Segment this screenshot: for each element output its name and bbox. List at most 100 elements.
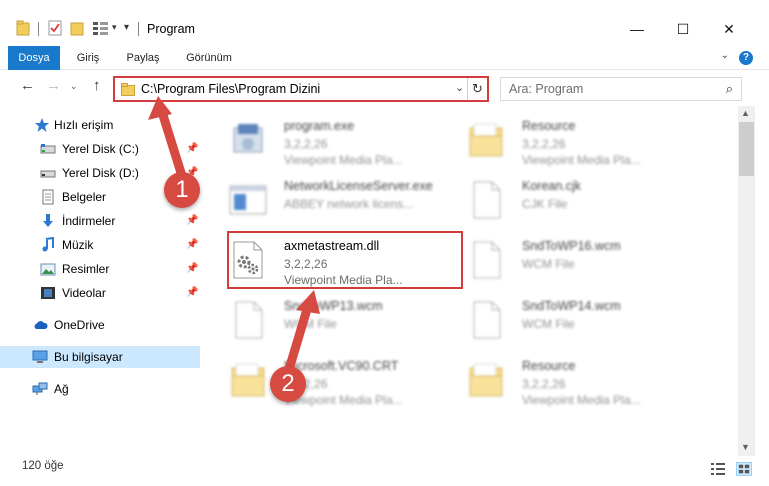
sidebar-item-videos[interactable]: Videolar 📌	[0, 282, 200, 304]
network-icon	[32, 382, 48, 395]
vertical-scrollbar[interactable]: ▲ ▼	[738, 106, 755, 456]
sidebar-item-downloads[interactable]: İndirmeler 📌	[0, 210, 200, 232]
file-icon	[235, 301, 263, 339]
file-explorer-window: ▾ ▾ Program — ☐ ✕ Dosya Giriş Paylaş Gör…	[0, 0, 769, 486]
sidebar-item-this-pc[interactable]: Bu bilgisayar	[0, 346, 200, 368]
forward-arrow-icon[interactable]: →	[46, 77, 61, 94]
navigation-pane: Hızlı erişim Yerel Disk (C:) 📌 Yerel Dis…	[0, 106, 210, 456]
pin-icon[interactable]: 📌	[186, 143, 198, 154]
file-type: WCM File	[284, 317, 337, 331]
status-bar: 120 öğe	[0, 458, 769, 486]
minimize-button[interactable]: —	[614, 14, 660, 44]
folder-item-resource-2[interactable]: Resource 3,2,2,26 Viewpoint Media Pla...	[448, 352, 688, 408]
sidebar-item-label: İndirmeler	[62, 214, 116, 228]
video-icon	[41, 287, 55, 299]
file-icon	[473, 181, 501, 219]
ribbon: Dosya Giriş Paylaş Görünüm ⌄ ?	[0, 46, 769, 70]
details-view-icon[interactable]	[710, 462, 726, 476]
file-name: SndToWP14.wcm	[522, 299, 621, 313]
file-item-korean-cjk[interactable]: Korean.cjk CJK File	[448, 172, 688, 228]
sidebar-item-label: Belgeler	[62, 190, 107, 204]
quick-access-toolbar-dropdown-icon[interactable]: ▾	[124, 22, 129, 33]
file-description: ABBEY network licens...	[284, 197, 414, 211]
tab-gorunum[interactable]: Görünüm	[178, 46, 240, 70]
tab-dosya[interactable]: Dosya	[8, 46, 60, 70]
address-path[interactable]: C:\Program Files\Program Dizini	[141, 82, 320, 96]
file-item-networklicenseserver-exe[interactable]: NetworkLicenseServer.exe ABBEY network l…	[210, 172, 450, 228]
pin-icon[interactable]: 📌	[186, 287, 198, 298]
file-icon	[473, 241, 501, 279]
dropdown-arrow-icon[interactable]: ▾	[112, 22, 117, 33]
up-arrow-icon[interactable]: ↑	[93, 77, 101, 94]
file-item-program-exe[interactable]: program.exe 3,2,2,26 Viewpoint Media Pla…	[210, 112, 450, 168]
file-item-sndtowp14-wcm[interactable]: SndToWP14.wcm WCM File	[448, 292, 688, 348]
new-folder-icon[interactable]	[70, 20, 84, 36]
sidebar-item-network[interactable]: Ağ	[0, 378, 200, 400]
window-title: Program	[147, 22, 195, 36]
maximize-button[interactable]: ☐	[660, 14, 706, 44]
search-placeholder: Ara: Program	[509, 82, 584, 96]
file-item-sndtowp16-wcm[interactable]: SndToWP16.wcm WCM File	[448, 232, 688, 288]
back-arrow-icon[interactable]: ←	[20, 77, 35, 94]
cloud-icon	[34, 321, 48, 329]
sidebar-item-label: Resimler	[62, 262, 110, 276]
tab-paylas[interactable]: Paylaş	[118, 46, 168, 70]
file-icon	[473, 301, 501, 339]
sidebar-item-label: Ağ	[54, 382, 69, 396]
properties-icon[interactable]	[48, 20, 62, 36]
folder-item-microsoft-vc90-crt[interactable]: Microsoft.VC90.CRT 3,2,2,26 Viewpoint Me…	[210, 352, 450, 408]
pin-icon[interactable]: 📌	[186, 239, 198, 250]
scrollbar-thumb[interactable]	[739, 122, 754, 176]
drive-icon	[40, 170, 56, 178]
sidebar-item-quick-access[interactable]: Hızlı erişim	[0, 114, 200, 136]
sidebar-item-pictures[interactable]: Resimler 📌	[0, 258, 200, 280]
minimize-icon: —	[630, 21, 644, 37]
file-type: CJK File	[522, 197, 568, 211]
sidebar-item-label: Bu bilgisayar	[54, 350, 123, 364]
refresh-icon[interactable]: ↻	[467, 78, 487, 100]
item-count: 120 öğe	[22, 460, 64, 472]
sidebar-item-label: OneDrive	[54, 318, 105, 332]
file-name: SndToWP16.wcm	[522, 239, 621, 253]
title-bar: ▾ ▾ Program — ☐ ✕	[0, 0, 769, 42]
file-name: Resource	[522, 119, 576, 133]
chevron-down-icon[interactable]: ⌄	[455, 81, 464, 94]
file-company: Viewpoint Media Pla...	[522, 393, 641, 407]
callout-2: 2	[270, 366, 306, 402]
pin-icon[interactable]: 📌	[186, 263, 198, 274]
download-icon	[43, 214, 53, 227]
star-icon	[35, 118, 49, 132]
recent-locations-icon[interactable]: ⌄	[70, 81, 78, 92]
help-icon[interactable]: ?	[739, 51, 753, 65]
close-button[interactable]: ✕	[706, 14, 752, 44]
scroll-down-icon[interactable]: ▼	[741, 442, 750, 452]
file-name: NetworkLicenseServer.exe	[284, 179, 433, 193]
expand-ribbon-icon[interactable]: ⌄	[721, 50, 729, 61]
search-input[interactable]: Ara: Program ⌕	[500, 77, 742, 101]
large-icons-view-icon[interactable]	[736, 462, 752, 476]
file-name: program.exe	[284, 119, 355, 133]
callout-1: 1	[164, 172, 200, 208]
documents-icon	[42, 189, 54, 205]
search-icon[interactable]: ⌕	[726, 81, 733, 97]
folder-icon	[16, 20, 30, 36]
customize-view-icon[interactable]	[92, 20, 110, 36]
computer-icon	[32, 350, 48, 363]
pin-icon[interactable]: 📌	[186, 215, 198, 226]
file-item-sndtowp13-wcm[interactable]: SndToWP13.wcm WCM File	[210, 292, 450, 348]
address-bar[interactable]: C:\Program Files\Program Dizini ⌄ ↻	[113, 76, 489, 102]
sidebar-item-local-disk-c[interactable]: Yerel Disk (C:) 📌	[0, 138, 200, 160]
file-version: 3,2,2,26	[284, 137, 328, 151]
folder-item-resource[interactable]: Resource 3,2,2,26 Viewpoint Media Pla...	[448, 112, 688, 168]
file-name: Resource	[522, 359, 576, 373]
exe-icon	[233, 124, 263, 153]
sidebar-item-onedrive[interactable]: OneDrive	[0, 314, 200, 336]
file-name: Korean.cjk	[522, 179, 582, 193]
scroll-up-icon[interactable]: ▲	[741, 108, 750, 118]
file-company: Viewpoint Media Pla...	[522, 153, 641, 167]
sidebar-item-music[interactable]: Müzik 📌	[0, 234, 200, 256]
maximize-icon: ☐	[676, 20, 690, 37]
sidebar-item-label: Müzik	[62, 238, 94, 252]
highlight-annotation-box	[227, 231, 463, 289]
tab-giris[interactable]: Giriş	[66, 46, 110, 70]
